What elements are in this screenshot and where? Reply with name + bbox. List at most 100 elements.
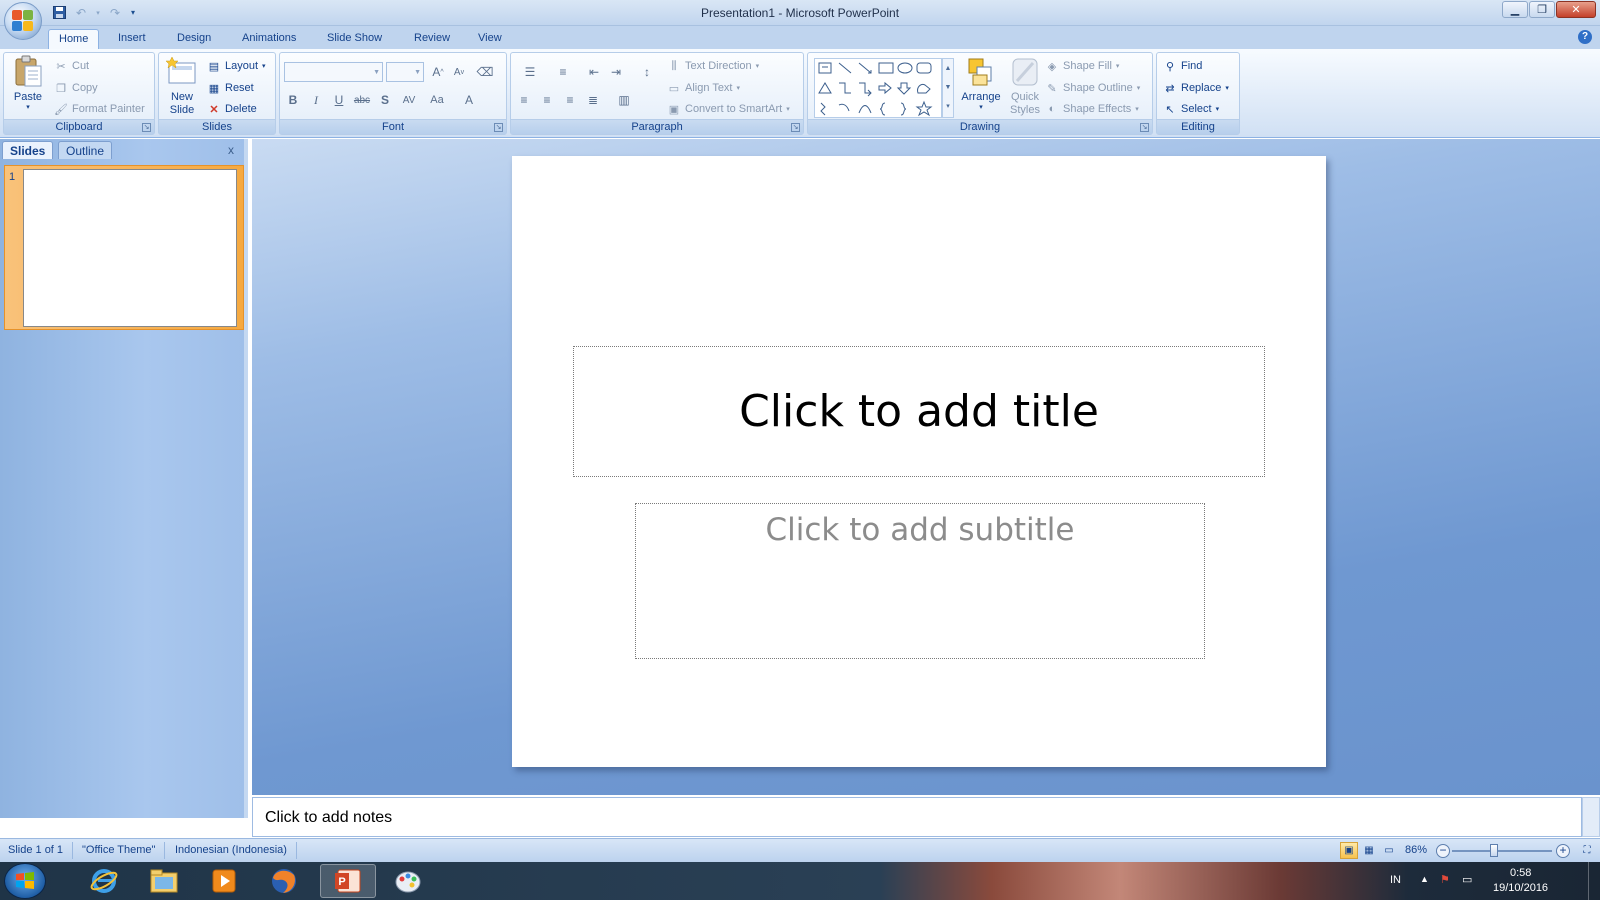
powerpoint-taskbar-icon[interactable]: P [320, 864, 376, 898]
tab-outline[interactable]: Outline [58, 141, 113, 159]
taskbar: P IN ▲ ⚑ ▭ 0:58 19/10/2016 [0, 862, 1600, 900]
numbering-icon[interactable]: ≡ [548, 62, 578, 82]
paint-icon[interactable] [380, 864, 436, 898]
columns-icon[interactable]: ▥ [609, 90, 639, 110]
slide-thumbnail-selection[interactable]: 1 [4, 165, 244, 330]
fit-to-window-icon[interactable]: ⛶ [1578, 842, 1596, 859]
text-shadow-icon[interactable]: S [374, 90, 396, 110]
shapes-gallery-scroll[interactable]: ▲ ▼ ▾ [942, 58, 954, 118]
strikethrough-icon[interactable]: abc [351, 90, 373, 110]
input-language[interactable]: IN [1390, 874, 1401, 886]
find-button[interactable]: ⚲ Find [1163, 56, 1202, 76]
paragraph-launcher-icon[interactable]: ↘ [791, 123, 800, 132]
format-painter-button[interactable]: 🖌 Format Painter [54, 99, 145, 119]
decrease-indent-icon[interactable]: ⇤ [583, 62, 605, 82]
internet-explorer-icon[interactable] [76, 864, 132, 898]
show-hidden-icons-icon[interactable]: ▲ [1420, 874, 1429, 884]
zoom-in-icon[interactable]: + [1556, 844, 1570, 858]
text-direction-button[interactable]: ⫼ Text Direction ▾ [667, 56, 759, 76]
clear-formatting-icon[interactable]: ⌫ [474, 62, 496, 82]
delete-button[interactable]: ✕ Delete [207, 99, 256, 119]
bullets-icon[interactable]: ☰ [515, 62, 545, 82]
firefox-icon[interactable] [256, 864, 312, 898]
zoom-slider-thumb[interactable] [1490, 844, 1498, 857]
arrange-button[interactable]: Arrange ▾ [958, 55, 1004, 111]
paste-button[interactable]: Paste ▾ [7, 55, 49, 111]
quick-styles-button[interactable]: Quick Styles [1005, 55, 1045, 117]
tab-insert[interactable]: Insert [108, 29, 156, 49]
clipboard-launcher-icon[interactable]: ↘ [142, 123, 151, 132]
normal-view-icon[interactable]: ▣ [1340, 842, 1358, 859]
clock-time[interactable]: 0:58 [1510, 867, 1531, 879]
tab-home[interactable]: Home [48, 29, 100, 49]
tab-slides[interactable]: Slides [2, 141, 54, 159]
replace-button[interactable]: ⇄ Replace ▾ [1163, 78, 1228, 98]
network-icon[interactable]: ▭ [1462, 873, 1472, 886]
clock-date[interactable]: 19/10/2016 [1493, 882, 1548, 894]
close-icon[interactable]: ✕ [1556, 1, 1596, 18]
slides-group-label: Slides [159, 119, 275, 134]
align-center-icon[interactable]: ≡ [536, 90, 558, 110]
shapes-gallery-icons [818, 62, 933, 117]
font-launcher-icon[interactable]: ↘ [494, 123, 503, 132]
underline-icon[interactable]: U [328, 90, 350, 110]
slide-thumbnail[interactable] [23, 169, 237, 327]
restore-icon[interactable]: ❐ [1529, 1, 1555, 18]
tab-review[interactable]: Review [404, 29, 460, 49]
select-button[interactable]: ↖ Select ▾ [1163, 99, 1219, 119]
tab-slide-show[interactable]: Slide Show [317, 29, 392, 49]
language-status[interactable]: Indonesian (Indonesia) [175, 844, 287, 856]
bold-icon[interactable]: B [282, 90, 304, 110]
character-spacing-icon[interactable]: AV [398, 90, 420, 110]
italic-icon[interactable]: I [305, 90, 327, 110]
font-name-combo[interactable]: ▼ [284, 62, 383, 82]
change-case-icon[interactable]: Aa [426, 90, 448, 110]
office-button[interactable] [4, 2, 42, 40]
title-placeholder[interactable]: Click to add title [573, 346, 1265, 477]
layout-button[interactable]: ▤ Layout ▾ [207, 56, 266, 76]
line-spacing-icon[interactable]: ↕ [633, 62, 661, 82]
justify-icon[interactable]: ≣ [582, 90, 604, 110]
tab-view[interactable]: View [468, 29, 512, 49]
zoom-out-icon[interactable]: − [1436, 844, 1450, 858]
align-text-button[interactable]: ▭ Align Text ▾ [667, 78, 740, 98]
align-left-icon[interactable]: ≡ [513, 90, 535, 110]
zoom-level[interactable]: 86% [1405, 844, 1427, 856]
action-center-icon[interactable]: ⚑ [1440, 873, 1450, 886]
align-right-icon[interactable]: ≡ [559, 90, 581, 110]
help-icon[interactable]: ? [1578, 30, 1592, 44]
shape-effects-button[interactable]: ◐ Shape Effects ▾ [1045, 99, 1139, 119]
media-player-icon[interactable] [196, 864, 252, 898]
notes-pane[interactable]: Click to add notes [252, 797, 1582, 837]
cut-button[interactable]: ✂ Cut [54, 56, 89, 76]
binoculars-icon: ⚲ [1165, 60, 1175, 73]
font-size-combo[interactable]: ▼ [386, 62, 424, 82]
slide[interactable]: Click to add title Click to add subtitle [512, 156, 1326, 767]
shape-effects-label: Shape Effects [1063, 103, 1132, 115]
grow-font-icon[interactable]: A ^ [427, 62, 449, 82]
notes-scrollbar[interactable] [1582, 797, 1600, 837]
panel-close-icon[interactable]: x [228, 143, 234, 157]
minimize-icon[interactable]: ▁ [1502, 1, 1528, 18]
slide-number: 1 [9, 171, 16, 183]
slide-sorter-view-icon[interactable]: ▦ [1360, 842, 1378, 859]
shape-outline-button[interactable]: ✎ Shape Outline ▾ [1045, 78, 1140, 98]
subtitle-placeholder[interactable]: Click to add subtitle [635, 503, 1205, 659]
increase-indent-icon[interactable]: ⇥ [605, 62, 627, 82]
copy-button[interactable]: ❐ Copy [54, 78, 98, 98]
shapes-gallery[interactable] [814, 58, 942, 118]
show-desktop-button[interactable] [1588, 862, 1600, 900]
start-button[interactable] [4, 863, 46, 899]
tab-animations[interactable]: Animations [232, 29, 306, 49]
zoom-slider-track[interactable] [1452, 850, 1552, 852]
new-slide-button[interactable]: New Slide [161, 55, 203, 117]
convert-smartart-button[interactable]: ▣ Convert to SmartArt ▾ [667, 99, 790, 119]
slide-show-view-icon[interactable]: ▭ [1380, 842, 1398, 859]
file-explorer-icon[interactable] [136, 864, 192, 898]
font-color-icon[interactable]: A [458, 90, 480, 110]
drawing-launcher-icon[interactable]: ↘ [1140, 123, 1149, 132]
shrink-font-icon[interactable]: Av [448, 62, 470, 82]
tab-design[interactable]: Design [167, 29, 221, 49]
shape-fill-button[interactable]: ◈ Shape Fill ▾ [1045, 56, 1120, 76]
reset-button[interactable]: ▦ Reset [207, 78, 254, 98]
